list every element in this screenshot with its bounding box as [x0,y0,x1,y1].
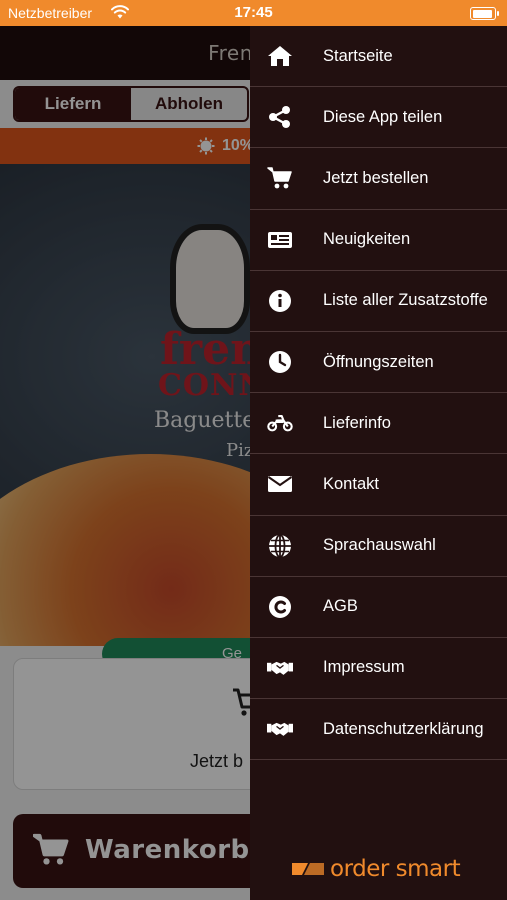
newspaper-icon [266,227,294,253]
battery-icon [470,7,499,20]
copyright-icon [266,594,294,620]
menu-item-label: Impressum [323,658,405,677]
order-smart-logo: order smart [290,856,461,882]
home-icon [266,43,294,69]
handshake-icon [266,655,294,681]
globe-icon [266,533,294,559]
menu-item-label: Kontakt [323,474,379,493]
menu-item-privacy[interactable]: Datenschutzerklärung [250,699,507,761]
menu-item-terms[interactable]: AGB [250,577,507,638]
cart-icon [266,165,294,191]
status-bar: Netzbetreiber 17:45 [0,0,507,26]
menu-item-label: Startseite [323,46,393,65]
motorcycle-icon [266,410,294,436]
menu-item-contact[interactable]: Kontakt [250,454,507,516]
menu-item-additives[interactable]: Liste aller Zusatzstoffe [250,271,507,332]
info-icon [266,288,294,314]
menu-item-language[interactable]: Sprachauswahl [250,516,507,577]
menu-item-share-app[interactable]: Diese App teilen [250,87,507,149]
menu-item-label: AGB [323,597,358,616]
menu-item-imprint[interactable]: Impressum [250,638,507,700]
menu-item-label: Diese App teilen [323,107,443,126]
navigation-drawer: Startseite Diese App teilen Jetzt bestel… [250,26,507,900]
menu-item-label: Jetzt bestellen [323,168,429,187]
clock-time: 17:45 [234,4,273,21]
share-icon [266,104,294,130]
drawer-menu: Startseite Diese App teilen Jetzt bestel… [250,26,507,761]
menu-item-label: Öffnungszeiten [323,352,434,371]
clock-icon [266,349,294,375]
order-smart-logo-text: order smart [330,856,461,882]
menu-item-label: Liste aller Zusatzstoffe [323,291,488,310]
menu-item-label: Datenschutzerklärung [323,719,484,738]
envelope-icon [266,471,294,497]
menu-item-delivery-info[interactable]: Lieferinfo [250,393,507,455]
menu-item-label: Lieferinfo [323,413,391,432]
menu-item-opening-hours[interactable]: Öffnungszeiten [250,332,507,394]
order-smart-logo-icon [292,863,324,875]
menu-item-label: Sprachauswahl [323,536,436,555]
menu-item-startseite[interactable]: Startseite [250,26,507,88]
menu-item-label: Neuigkeiten [323,230,411,249]
menu-item-order-now[interactable]: Jetzt bestellen [250,148,507,210]
menu-item-news[interactable]: Neuigkeiten [250,210,507,271]
handshake-icon [266,716,294,742]
